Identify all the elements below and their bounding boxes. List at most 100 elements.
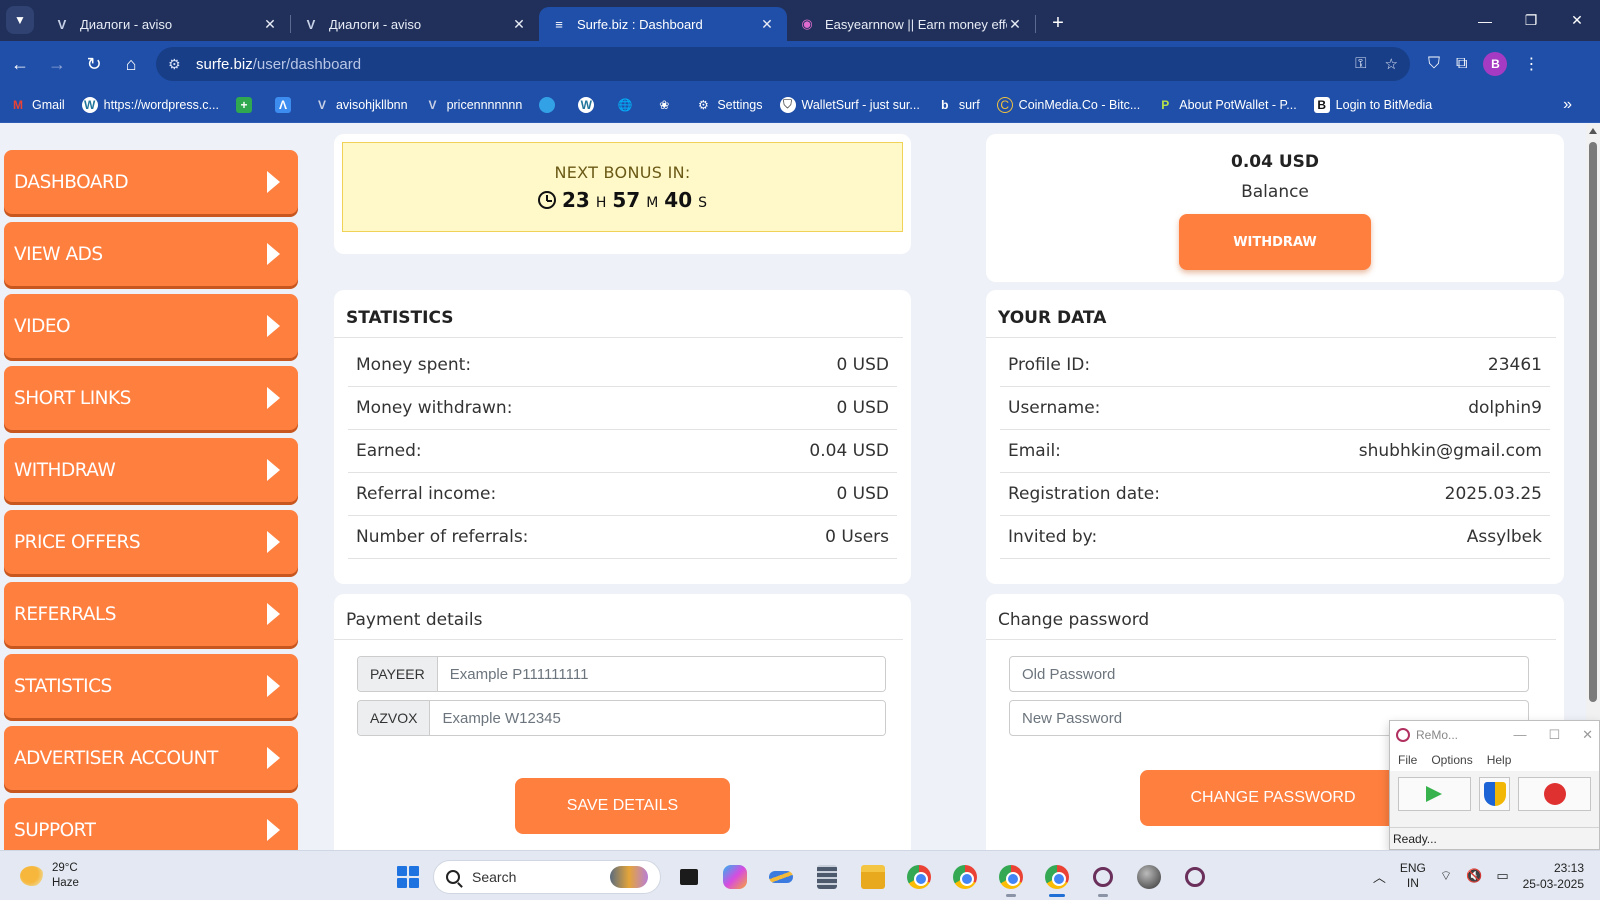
speaker-muted-icon[interactable]: 🔇 (1466, 868, 1482, 884)
menu-file[interactable]: File (1398, 753, 1417, 767)
more-menu-icon[interactable]: ⋮ (1523, 54, 1539, 74)
forward-icon[interactable]: → (40, 47, 74, 81)
task-view-icon[interactable] (671, 859, 707, 895)
task-view-glyph (680, 869, 698, 885)
recorder-app-2-icon[interactable] (1177, 859, 1213, 895)
back-icon[interactable]: ← (3, 47, 37, 81)
copilot-icon[interactable] (717, 859, 753, 895)
weather-widget[interactable]: 29°C Haze (20, 861, 79, 891)
home-icon[interactable]: ⌂ (114, 47, 148, 81)
change-password-button[interactable]: CHANGE PASSWORD (1140, 770, 1406, 826)
close-icon[interactable]: ✕ (511, 16, 527, 33)
bookmark-walletsurf[interactable]: ⛉ WalletSurf - just sur... (779, 96, 920, 113)
bookmark-bitmedia[interactable]: B Login to BitMedia (1313, 96, 1432, 113)
payeer-input[interactable] (437, 657, 885, 691)
sidebar-item-referrals[interactable]: REFERRALS (4, 582, 298, 646)
file-explorer-icon[interactable] (855, 859, 891, 895)
close-icon[interactable]: ✕ (1007, 16, 1023, 33)
profile-avatar[interactable]: B (1483, 52, 1508, 76)
extensions-icon[interactable]: ⧉ (1456, 55, 1467, 73)
chrome-profile-b-icon[interactable] (1039, 859, 1075, 897)
url-text[interactable]: surfe.biz/user/dashboard (196, 56, 361, 73)
bookmark-blue-a[interactable]: Λ (274, 96, 297, 113)
close-window-icon[interactable]: ✕ (1554, 12, 1600, 29)
site-info-icon[interactable]: ⚙ (168, 56, 188, 73)
close-icon[interactable]: ✕ (1582, 727, 1593, 743)
bookmark-green-plus[interactable]: + (235, 96, 258, 113)
bookmark-tree[interactable]: ❀ (656, 97, 678, 113)
globe-app-icon[interactable] (1131, 859, 1167, 895)
chrome-profile-3-icon[interactable] (993, 859, 1029, 897)
scroll-up-icon[interactable] (1589, 128, 1597, 134)
menu-help[interactable]: Help (1487, 753, 1512, 767)
tab-aviso-2[interactable]: V Диалоги - aviso ✕ (291, 7, 539, 41)
sidebar-item-video[interactable]: VIDEO (4, 294, 298, 358)
battery-icon[interactable]: ▭ (1496, 868, 1508, 884)
shield-icon[interactable]: ⛉ (1428, 55, 1440, 73)
menu-options[interactable]: Options (1431, 753, 1472, 767)
bitmedia-icon: B (1313, 96, 1330, 113)
minimize-icon[interactable]: — (1513, 727, 1526, 743)
bookmark-pricennnnnnn[interactable]: Vpricennnnnnn (425, 97, 523, 113)
old-password-input[interactable] (1009, 656, 1529, 692)
admin-shield-button[interactable] (1478, 777, 1511, 811)
withdraw-button[interactable]: WITHDRAW (1179, 214, 1371, 270)
minimize-icon[interactable]: — (1462, 13, 1508, 29)
bookmark-avisohjkllbnn[interactable]: Vavisohjkllbnn (314, 97, 408, 113)
tab-search-button[interactable]: ▼ (6, 6, 34, 34)
recorder-titlebar[interactable]: ReMo... — ☐ ✕ (1390, 721, 1599, 749)
bookmark-wordpress-2[interactable]: W (578, 96, 600, 113)
windows-start-icon[interactable] (393, 862, 423, 892)
sidebar-item-withdraw[interactable]: WITHDRAW (4, 438, 298, 502)
recorder-toolbar (1390, 771, 1599, 817)
sidebar-item-view-ads[interactable]: VIEW ADS (4, 222, 298, 286)
key-icon[interactable]: ⚿ (1355, 55, 1366, 73)
bookmark-wordpress[interactable]: Whttps://wordpress.c... (81, 96, 219, 113)
wifi-icon[interactable]: ⌔ (1440, 868, 1452, 884)
start-tile (397, 878, 407, 888)
system-clock[interactable]: 23:13 25-03-2025 (1523, 860, 1584, 892)
bookmark-coinmedia[interactable]: C CoinMedia.Co - Bitc... (996, 96, 1140, 113)
chrome-profile-2-icon[interactable] (947, 859, 983, 895)
record-button[interactable] (1518, 777, 1592, 811)
bookmark-globe[interactable]: 🌐 (617, 97, 639, 113)
tab-easyearnnow[interactable]: ◉ Easyearnnow || Earn money effo ✕ (787, 7, 1035, 41)
close-icon[interactable]: ✕ (759, 16, 775, 33)
sidebar-item-advertiser-account[interactable]: ADVERTISER ACCOUNT (4, 726, 298, 790)
maximize-icon[interactable]: ☐ (1548, 727, 1560, 743)
azvox-input[interactable] (430, 701, 885, 735)
more-bookmarks-icon[interactable]: » (1563, 96, 1572, 114)
tab-aviso-1[interactable]: V Диалоги - aviso ✕ (42, 7, 290, 41)
new-tab-button[interactable]: + (1044, 9, 1072, 37)
save-details-button[interactable]: SAVE DETAILS (515, 778, 730, 834)
close-icon[interactable]: ✕ (262, 16, 278, 33)
taskbar-search[interactable]: Search (433, 860, 661, 894)
scroll-thumb[interactable] (1589, 142, 1597, 702)
chevron-up-icon[interactable]: ︿ (1373, 867, 1386, 886)
play-button[interactable] (1398, 777, 1471, 811)
tab-surfe-dashboard[interactable]: ≡ Surfe.biz : Dashboard ✕ (539, 7, 787, 41)
app-blue-stripes-icon[interactable] (763, 859, 799, 895)
chrome-icon[interactable] (901, 859, 937, 895)
sidebar-item-price-offers[interactable]: PRICE OFFERS (4, 510, 298, 574)
bookmark-label: avisohjkllbnn (335, 97, 408, 112)
sidebar-item-short-links[interactable]: SHORT LINKS (4, 366, 298, 430)
input-language[interactable]: ENG IN (1400, 861, 1426, 891)
bookmark-gmail[interactable]: M Gmail (10, 97, 65, 113)
bookmark-surf[interactable]: b surf (937, 97, 980, 113)
restore-icon[interactable]: ❐ (1508, 12, 1554, 29)
app-stripes-glyph (769, 871, 793, 883)
recorder-app-icon[interactable] (1085, 859, 1121, 897)
bookmark-potwallet[interactable]: P About PotWallet - P... (1157, 97, 1296, 113)
address-bar[interactable]: ⚙ surfe.biz/user/dashboard ⚿ ☆ (156, 47, 1410, 81)
aviso-icon: V (57, 16, 67, 32)
calculator-icon[interactable] (809, 859, 845, 895)
star-icon[interactable]: ☆ (1385, 55, 1398, 73)
sidebar-item-dashboard[interactable]: DASHBOARD (4, 150, 298, 214)
sidebar-item-support[interactable]: SUPPORT (4, 798, 298, 850)
tab-title: Surfe.biz : Dashboard (577, 16, 703, 32)
bookmark-circle[interactable] (539, 96, 561, 113)
sidebar-item-statistics[interactable]: STATISTICS (4, 654, 298, 718)
bookmark-settings[interactable]: ⚙ Settings (695, 97, 763, 113)
reload-icon[interactable]: ↻ (77, 47, 111, 81)
